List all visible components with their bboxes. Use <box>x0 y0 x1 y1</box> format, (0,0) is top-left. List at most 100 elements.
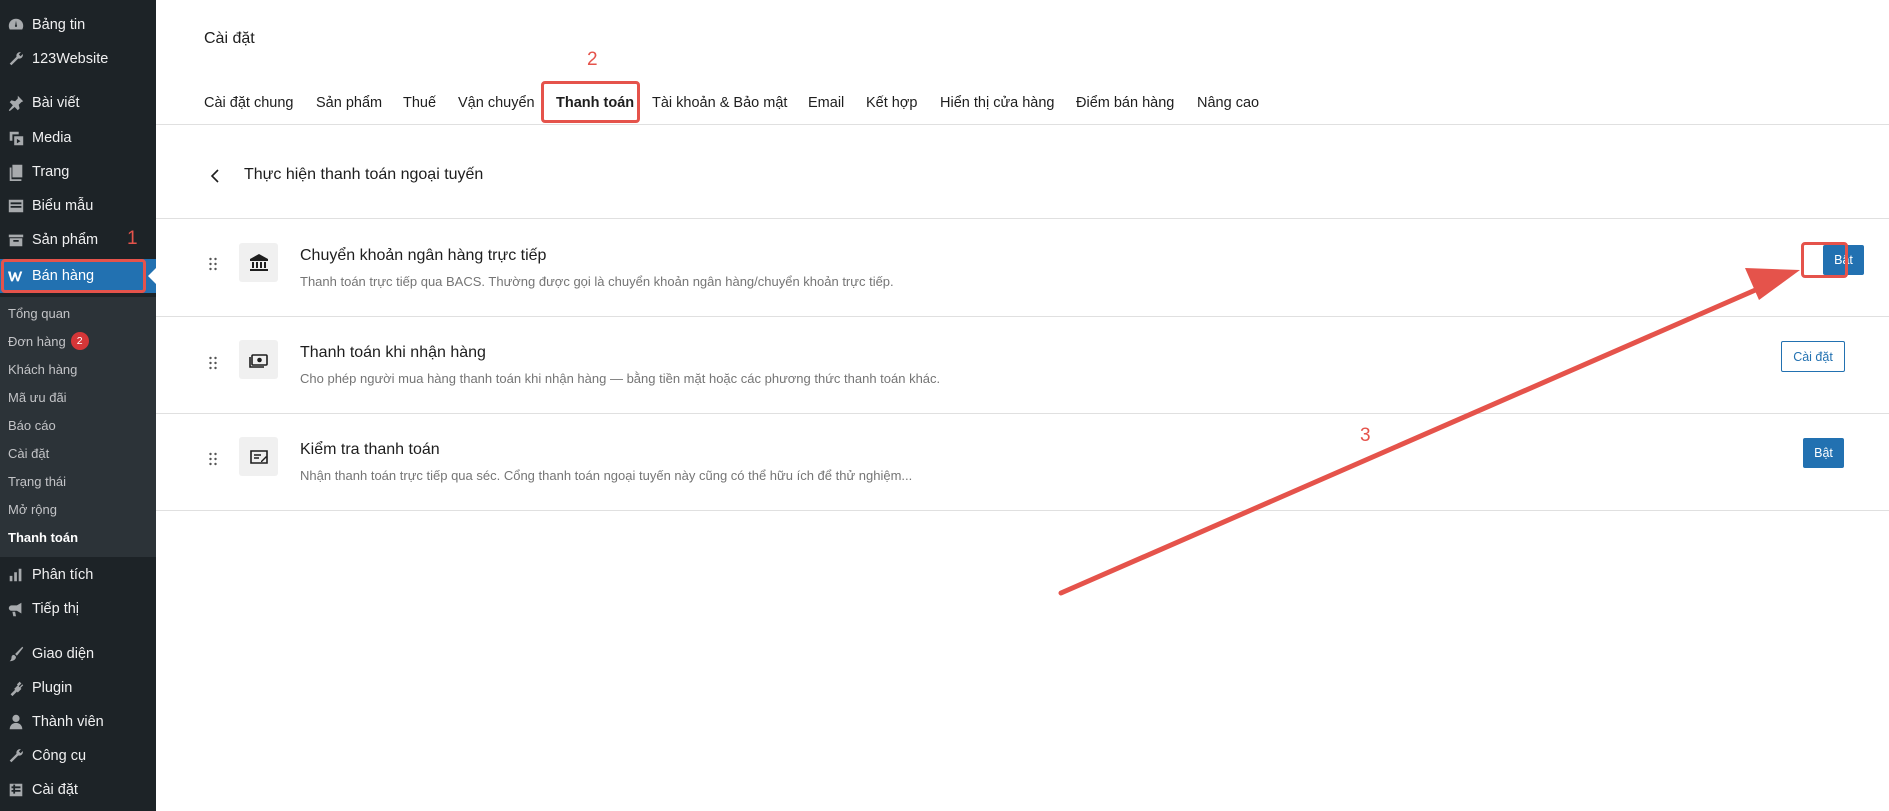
menu-item-settings[interactable]: Cài đặt <box>0 775 156 805</box>
annotation-number-2: 2 <box>587 49 598 70</box>
menu-item-forms[interactable]: Biểu mẫu <box>0 191 156 221</box>
menu-item-users[interactable]: Thành viên <box>0 707 156 737</box>
drag-handle-icon[interactable] <box>208 355 218 371</box>
brush-icon <box>4 645 28 663</box>
cheque-icon <box>239 437 278 476</box>
menu-label: Công cụ <box>32 748 87 764</box>
menu-item-plugins[interactable]: Plugin <box>0 673 156 703</box>
payment-method-title: Chuyển khoản ngân hàng trực tiếp <box>300 247 547 264</box>
megaphone-icon <box>4 600 28 618</box>
section-title: Thực hiện thanh toán ngoại tuyến <box>244 166 484 183</box>
menu-label: Biểu mẫu <box>32 198 94 214</box>
dashboard-icon <box>4 16 28 34</box>
row-divider <box>156 510 1889 511</box>
menu-label: Cài đặt <box>32 782 78 798</box>
tab-advanced[interactable]: Nâng cao <box>1197 84 1259 122</box>
menu-item-123website[interactable]: 123Website <box>0 44 156 74</box>
archive-icon <box>4 231 28 249</box>
tab-point-of-sale[interactable]: Điểm bán hàng <box>1076 84 1174 122</box>
menu-label: Plugin <box>32 680 73 696</box>
menu-item-media[interactable]: Media <box>0 123 156 153</box>
media-icon <box>4 129 28 147</box>
menu-item-appearance[interactable]: Giao diện <box>0 639 156 669</box>
payment-method-row: Thanh toán khi nhận hàng Cho phép người … <box>156 317 1889 413</box>
menu-label: Thành viên <box>32 714 104 730</box>
back-chevron-icon[interactable] <box>208 166 222 186</box>
submenu-item-reports[interactable]: Báo cáo <box>8 415 56 435</box>
cash-icon <box>239 340 278 379</box>
submenu-item-extensions[interactable]: Mở rộng <box>8 499 57 519</box>
bank-icon <box>239 243 278 282</box>
tab-email[interactable]: Email <box>808 84 844 122</box>
page-title: Cài đặt <box>204 30 255 47</box>
enable-cheque-button[interactable]: Bật <box>1803 438 1844 468</box>
tab-shipping[interactable]: Vận chuyển <box>458 84 535 122</box>
current-page-arrow <box>148 268 156 284</box>
submenu-label: Đơn hàng <box>8 333 66 349</box>
payment-method-title: Kiểm tra thanh toán <box>300 441 440 458</box>
submenu-label: Mở rộng <box>8 501 57 517</box>
annotation-box-tab <box>541 81 640 123</box>
payment-method-row: Kiểm tra thanh toán Nhận thanh toán trực… <box>156 414 1889 510</box>
menu-item-posts[interactable]: Bài viết <box>0 88 156 118</box>
menu-label: Media <box>32 130 72 146</box>
submenu-item-orders[interactable]: Đơn hàng 2 <box>8 331 89 351</box>
submenu-label: Thanh toán <box>8 529 79 545</box>
menu-label: Phân tích <box>32 567 94 583</box>
payment-method-description: Thanh toán trực tiếp qua BACS. Thường đư… <box>300 274 894 289</box>
submenu-item-coupons[interactable]: Mã ưu đãi <box>8 387 67 407</box>
menu-label: Sản phẩm <box>32 232 99 248</box>
submenu-label: Khách hàng <box>8 361 78 377</box>
submenu-label: Mã ưu đãi <box>8 389 67 405</box>
user-icon <box>4 713 28 731</box>
menu-item-tools[interactable]: Công cụ <box>0 741 156 771</box>
submenu-label: Trạng thái <box>8 473 67 489</box>
annotation-box-sidebar <box>1 259 146 293</box>
tab-accounts-privacy[interactable]: Tài khoản & Bảo mật <box>652 84 787 122</box>
menu-item-marketing[interactable]: Tiếp thị <box>0 594 156 624</box>
payment-method-row: Chuyển khoản ngân hàng trực tiếp Thanh t… <box>156 219 1889 315</box>
tab-site-visibility[interactable]: Hiển thị cửa hàng <box>940 84 1055 122</box>
payment-method-description: Cho phép người mua hàng thanh toán khi n… <box>300 371 941 386</box>
menu-label: Bảng tin <box>32 17 86 33</box>
tab-tax[interactable]: Thuế <box>403 84 436 122</box>
tabs-divider <box>156 124 1889 125</box>
chart-icon <box>4 566 28 584</box>
payment-method-description: Nhận thanh toán trực tiếp qua séc. Cổng … <box>300 468 913 483</box>
tab-integration[interactable]: Kết hợp <box>866 84 917 122</box>
payment-method-title: Thanh toán khi nhận hàng <box>300 344 486 361</box>
drag-handle-icon[interactable] <box>208 451 218 467</box>
submenu-item-status[interactable]: Trạng thái <box>8 471 66 491</box>
submenu-item-payments[interactable]: Thanh toán <box>8 527 78 547</box>
annotation-box-button <box>1801 242 1848 278</box>
submenu-item-settings[interactable]: Cài đặt <box>8 443 49 463</box>
plugin-icon <box>4 679 28 697</box>
menu-label: 123Website <box>32 51 109 67</box>
menu-label: Bài viết <box>32 95 80 111</box>
cod-settings-button[interactable]: Cài đặt <box>1781 341 1845 372</box>
menu-item-analytics[interactable]: Phân tích <box>0 560 156 590</box>
menu-label: Giao diện <box>32 646 95 662</box>
submenu-item-customers[interactable]: Khách hàng <box>8 359 77 379</box>
tab-products[interactable]: Sản phẩm <box>316 84 382 122</box>
menu-label: Tiếp thị <box>32 601 80 617</box>
menu-item-pages[interactable]: Trang <box>0 157 156 187</box>
admin-sidebar: Bảng tin 123Website Bài viết Media Trang… <box>0 0 156 811</box>
submenu-item-overview[interactable]: Tổng quan <box>8 303 70 323</box>
annotation-number-3: 3 <box>1360 425 1371 446</box>
submenu-label: Báo cáo <box>8 417 56 433</box>
forms-icon <box>4 197 28 215</box>
tools-icon <box>4 747 28 765</box>
order-count-badge: 2 <box>70 332 89 350</box>
settings-icon <box>4 781 28 799</box>
tab-general[interactable]: Cài đặt chung <box>204 84 293 122</box>
submenu-label: Cài đặt <box>8 445 50 461</box>
menu-label: Trang <box>32 164 70 180</box>
pin-icon <box>4 94 28 112</box>
drag-handle-icon[interactable] <box>208 256 218 272</box>
wrench-icon <box>4 50 28 68</box>
submenu-label: Tổng quan <box>8 305 71 321</box>
menu-item-dashboard[interactable]: Bảng tin <box>0 10 156 40</box>
pages-icon <box>4 163 28 181</box>
woocommerce-submenu: Tổng quan Đơn hàng 2 Khách hàng Mã ưu đãi… <box>0 297 156 557</box>
